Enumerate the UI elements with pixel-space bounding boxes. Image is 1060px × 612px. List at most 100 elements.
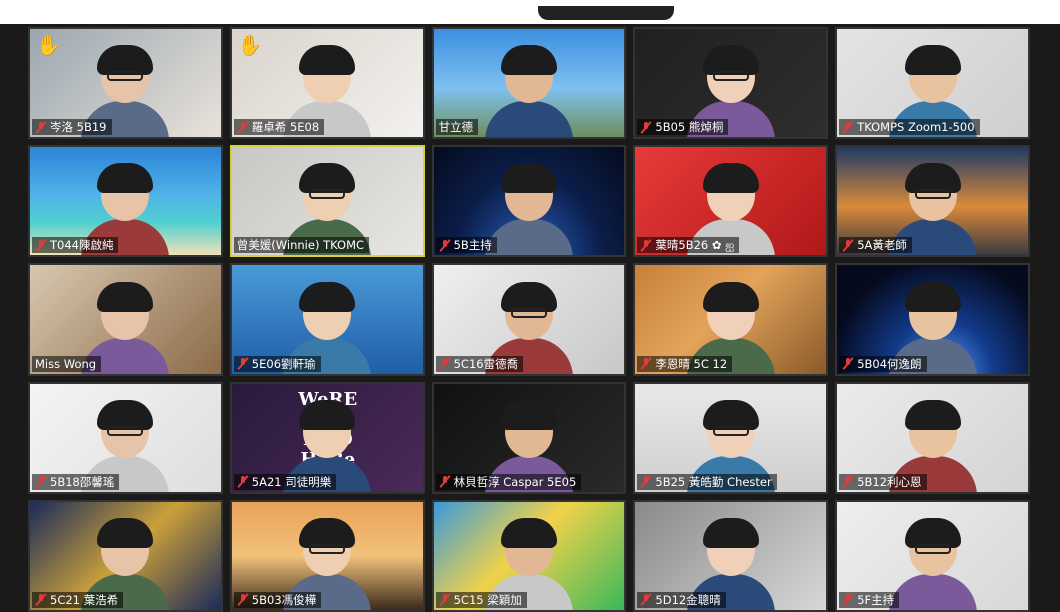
- muted-mic-icon: [640, 121, 652, 134]
- muted-mic-icon: [35, 239, 47, 252]
- participant-name-tag: 岑洛 5B19: [32, 119, 112, 136]
- participant-tile[interactable]: ✋ 岑洛 5B19: [28, 27, 223, 140]
- participant-name-tag: 5C16雷德喬: [435, 355, 524, 372]
- participant-name: 5A黃老師: [857, 238, 907, 253]
- participant-tile[interactable]: 5E06劉軒瑜: [229, 263, 425, 376]
- muted-mic-icon: [35, 121, 47, 134]
- participant-name-tag: 5B03馮俊樺: [233, 591, 322, 608]
- participant-name: 羅卓希 5E08: [251, 120, 320, 135]
- participant-tile[interactable]: 曾美媛(Winnie) TKOMC: [229, 145, 425, 258]
- muted-mic-icon: [237, 121, 249, 134]
- participant-name: TKOMPS Zoom1-500: [857, 120, 975, 135]
- participant-name: 5B25 黃皓勤 Chester: [655, 474, 772, 489]
- participant-name-tag: 李恩晴 5C 12: [637, 355, 733, 372]
- muted-mic-icon: [842, 593, 854, 606]
- participant-tile[interactable]: 5C21 葉浩希: [28, 499, 223, 612]
- participant-name: 5B04何逸朗: [857, 356, 922, 371]
- gallery-view: ✋ 岑洛 5B19 ✋ 羅卓希 5E08 甘立德 5B05 熊焯桐 TKOMPS Zoom1…: [24, 24, 1036, 612]
- participant-tile[interactable]: Miss Wong: [28, 263, 223, 376]
- participant-name-tag: 林貝哲淳 Caspar 5E05: [435, 473, 582, 490]
- participant-name: 5B18邵馨瑤: [50, 474, 115, 489]
- participant-tile[interactable]: TKOMPS Zoom1-500: [835, 27, 1030, 140]
- participant-tile[interactable]: 5B主持: [431, 145, 627, 258]
- participant-tile[interactable]: 甘立德: [431, 27, 627, 140]
- muted-mic-icon: [640, 357, 652, 370]
- participant-name-tag: 5D12金聰晴: [637, 591, 726, 608]
- participant-name: 5C21 葉浩希: [50, 592, 119, 607]
- participant-tile[interactable]: 李恩晴 5C 12: [633, 263, 829, 376]
- participant-name-tag: 5F主持: [839, 591, 900, 608]
- participant-name: 5C15 梁穎加: [453, 592, 522, 607]
- participant-name: 曾美媛(Winnie) TKOMC: [236, 238, 365, 253]
- participant-name-tag: TKOMPS Zoom1-500: [839, 119, 980, 136]
- participant-tile[interactable]: 5C16雷德喬: [431, 263, 627, 376]
- participant-name-tag: 曾美媛(Winnie) TKOMC: [233, 237, 370, 254]
- participant-name: 岑洛 5B19: [50, 120, 107, 135]
- participant-name: 5C16雷德喬: [453, 356, 519, 371]
- participant-tile[interactable]: 5B04何逸朗: [835, 263, 1030, 376]
- muted-mic-icon: [842, 475, 854, 488]
- top-strip: [0, 0, 1060, 24]
- participant-name-tag: T044陳啟純: [32, 237, 119, 254]
- muted-mic-icon: [237, 475, 249, 488]
- participant-tile[interactable]: 5B25 黃皓勤 Chester: [633, 381, 829, 494]
- participant-tile[interactable]: 5D12金聰晴: [633, 499, 829, 612]
- muted-mic-icon: [842, 121, 854, 134]
- muted-mic-icon: [640, 475, 652, 488]
- participant-name-tag: 5B18邵馨瑤: [32, 473, 120, 490]
- meeting-top-bar[interactable]: [538, 6, 674, 20]
- muted-mic-icon: [640, 593, 652, 606]
- muted-mic-icon: [35, 593, 47, 606]
- participant-tile[interactable]: T044陳啟純: [28, 145, 223, 258]
- participant-tile[interactable]: WeRE ALL MAD HeRe5A21 司徒明樂: [229, 381, 425, 494]
- participant-name: 5E06劉軒瑜: [251, 356, 316, 371]
- muted-mic-icon: [842, 357, 854, 370]
- muted-mic-icon: [842, 239, 854, 252]
- participant-tile[interactable]: 葉晴5B26 ✿ ஐ: [633, 145, 829, 258]
- participant-name-tag: 葉晴5B26 ✿ ஐ: [637, 237, 740, 254]
- raised-hand-icon: ✋: [237, 33, 263, 57]
- participant-tile[interactable]: 5B12利心恩: [835, 381, 1030, 494]
- participant-name: 5A21 司徒明樂: [251, 474, 332, 489]
- participant-name: 甘立德: [438, 120, 474, 135]
- participant-name-tag: 甘立德: [435, 119, 479, 136]
- participant-name-tag: 5B25 黃皓勤 Chester: [637, 473, 777, 490]
- muted-mic-icon: [439, 357, 451, 370]
- muted-mic-icon: [237, 357, 249, 370]
- participant-tile[interactable]: ✋ 羅卓希 5E08: [229, 27, 425, 140]
- participant-name: 5B05 熊焯桐: [655, 120, 724, 135]
- muted-mic-icon: [439, 239, 451, 252]
- participant-name-tag: Miss Wong: [32, 355, 102, 372]
- muted-mic-icon: [439, 475, 451, 488]
- participant-name: 5D12金聰晴: [655, 592, 721, 607]
- participant-video: [481, 43, 577, 138]
- participant-name: 5B12利心恩: [857, 474, 922, 489]
- muted-mic-icon: [640, 239, 652, 252]
- participant-name-tag: 5B04何逸朗: [839, 355, 927, 372]
- participant-name: 5B03馮俊樺: [251, 592, 317, 607]
- participant-tile[interactable]: 5F主持: [835, 499, 1030, 612]
- participant-name: 5B主持: [453, 238, 492, 253]
- participant-name: 李恩晴 5C 12: [655, 356, 728, 371]
- participant-name-tag: 5A21 司徒明樂: [233, 473, 337, 490]
- muted-mic-icon: [35, 475, 47, 488]
- participant-tile[interactable]: 5B03馮俊樺: [229, 499, 425, 612]
- participant-tile[interactable]: 5A黃老師: [835, 145, 1030, 258]
- participant-name-tag: 5B12利心恩: [839, 473, 927, 490]
- participant-name-tag: 羅卓希 5E08: [233, 119, 325, 136]
- participant-name: Miss Wong: [35, 356, 97, 371]
- participant-name: 5F主持: [857, 592, 895, 607]
- muted-mic-icon: [237, 593, 249, 606]
- participant-name: T044陳啟純: [50, 238, 114, 253]
- raised-hand-icon: ✋: [36, 33, 61, 57]
- participant-name-tag: 5B05 熊焯桐: [637, 119, 729, 136]
- participant-tile[interactable]: 5B18邵馨瑤: [28, 381, 223, 494]
- muted-mic-icon: [439, 593, 451, 606]
- participant-name-tag: 5A黃老師: [839, 237, 912, 254]
- participant-name-tag: 5C15 梁穎加: [435, 591, 527, 608]
- participant-name-tag: 5B主持: [435, 237, 497, 254]
- participant-tile[interactable]: 5C15 梁穎加: [431, 499, 627, 612]
- participant-tile[interactable]: 林貝哲淳 Caspar 5E05: [431, 381, 627, 494]
- participant-tile[interactable]: 5B05 熊焯桐: [633, 27, 829, 140]
- participant-name: 林貝哲淳 Caspar 5E05: [453, 474, 577, 489]
